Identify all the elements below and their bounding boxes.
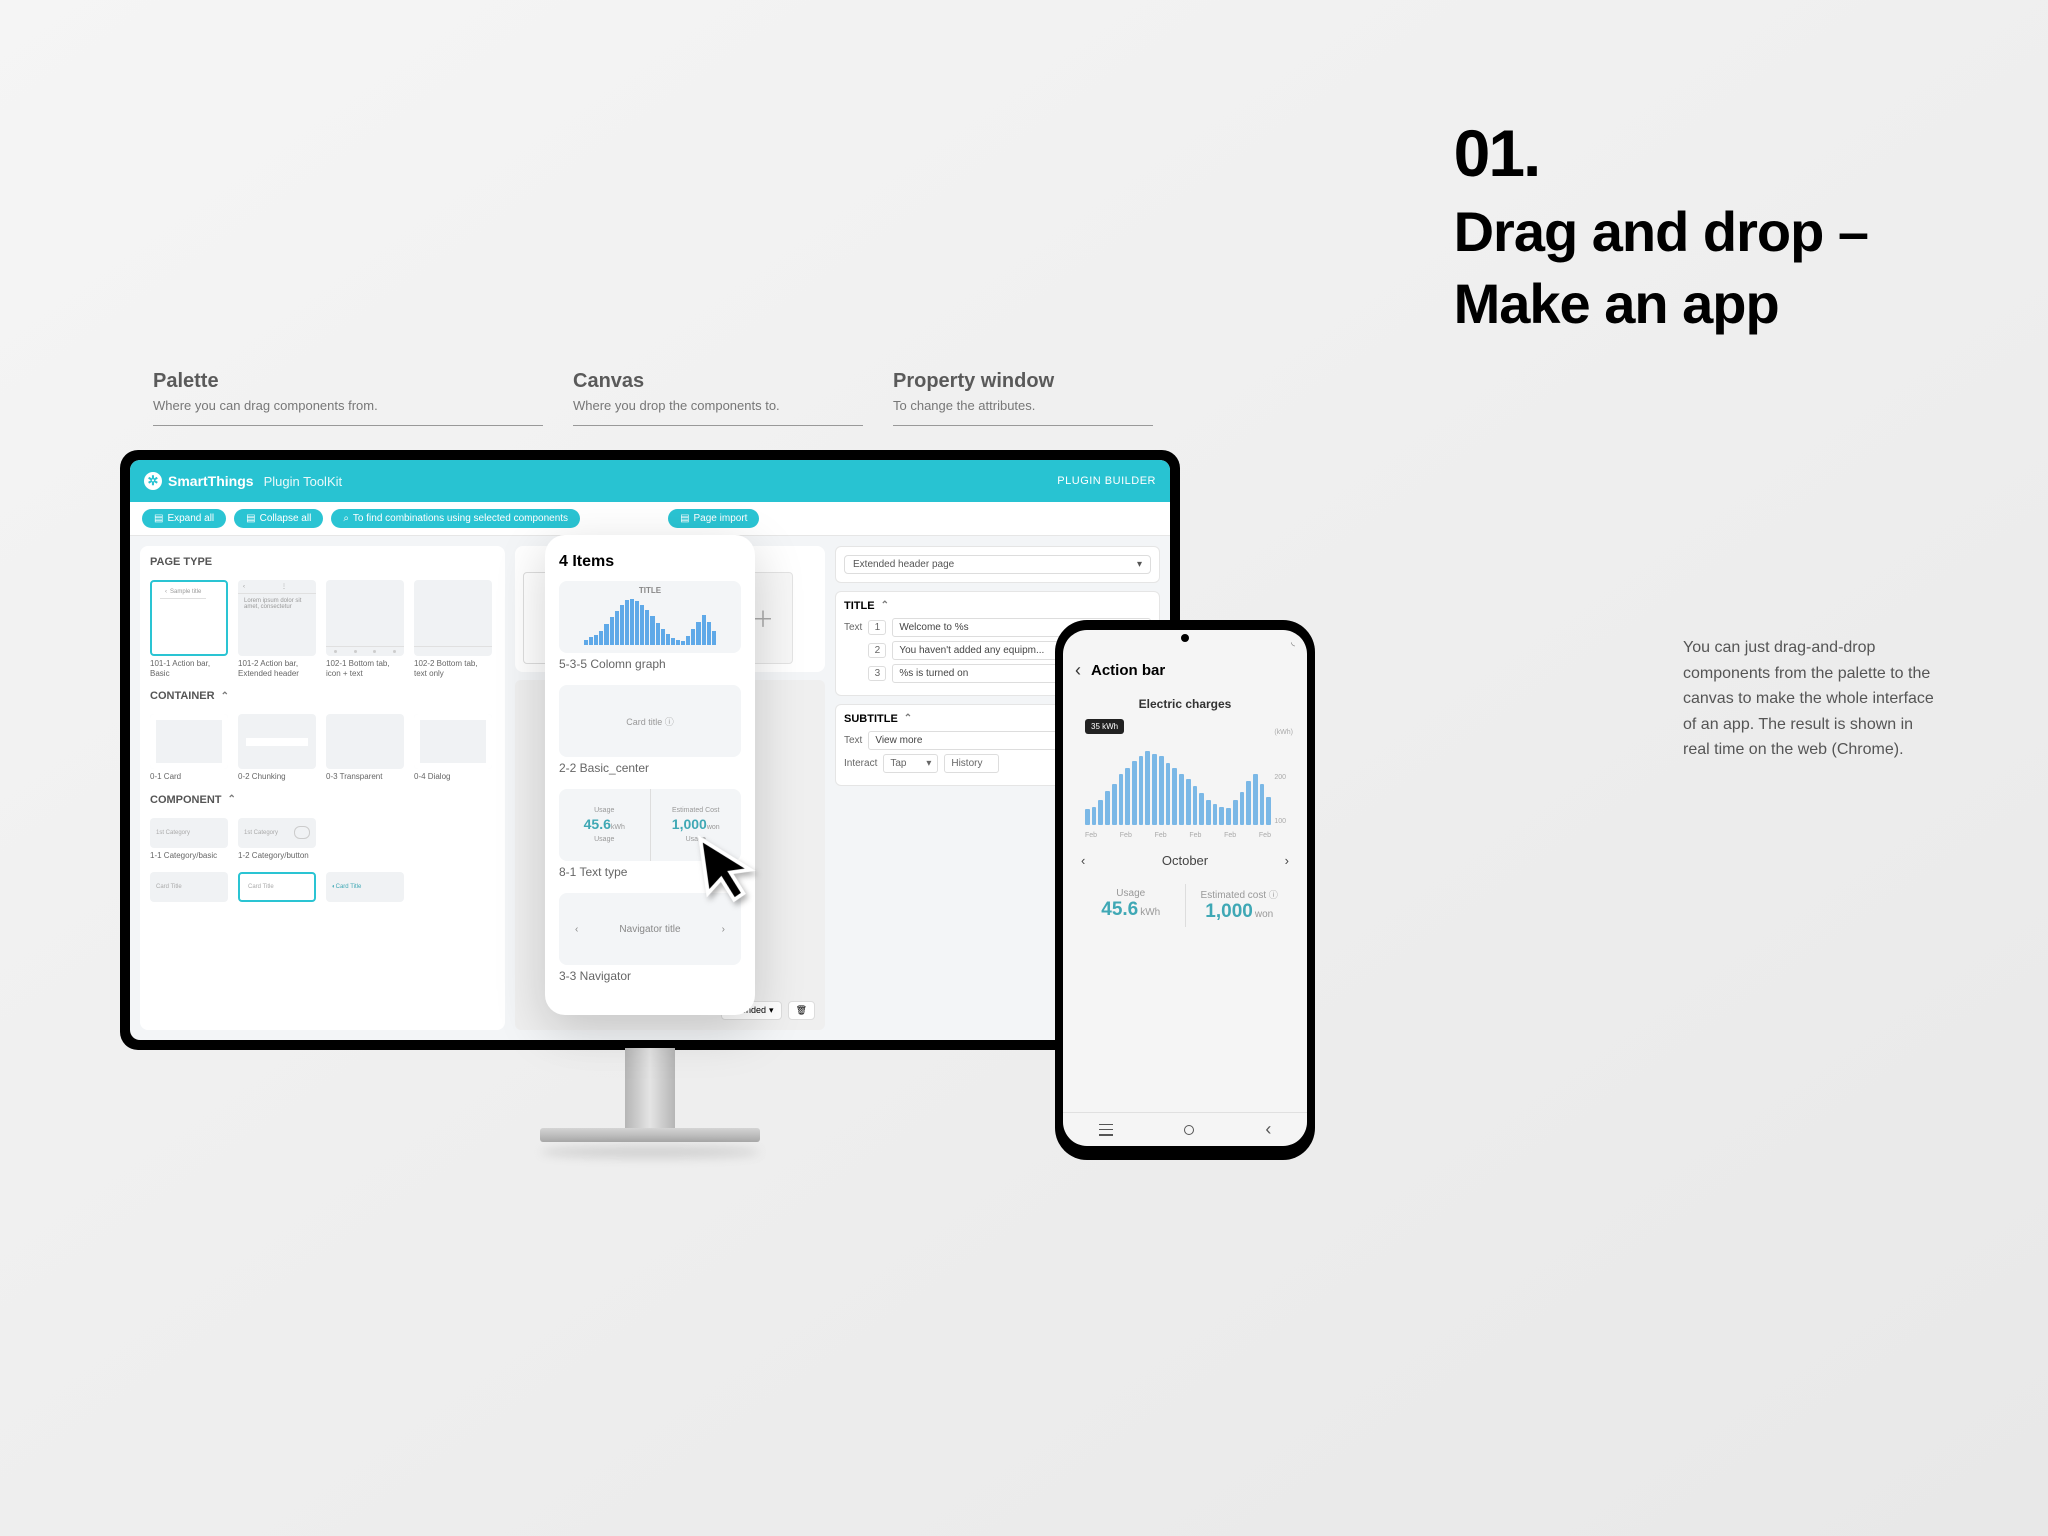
palette-item[interactable]: 0-3 Transparent — [326, 714, 404, 782]
bar-chart: 35 kWh (kWh)200100 FebFebFebFebFebFeb — [1077, 719, 1293, 839]
chevron-up-icon: ⌃ — [228, 794, 236, 805]
interact-select[interactable]: Tap▾ — [883, 754, 938, 773]
float-title: 4 Items — [559, 553, 741, 571]
history-select[interactable]: History — [944, 754, 999, 773]
component-section[interactable]: COMPONENT⌃ — [150, 794, 495, 806]
chart-tooltip: 35 kWh — [1085, 719, 1124, 734]
wifi-icon: ◟ — [1291, 637, 1295, 648]
page-title: PLUGIN BUILDER — [1057, 475, 1156, 487]
info-icon: ⓘ — [665, 717, 674, 727]
app-bar: ✲ SmartThings Plugin ToolKit PLUGIN BUIL… — [130, 460, 1170, 502]
collapse-icon: ▤ — [246, 513, 255, 524]
expand-icon: ▤ — [154, 513, 163, 524]
chevron-left-icon: ‹ — [575, 924, 578, 935]
hero-number: 01. — [1454, 115, 1868, 191]
chevron-up-icon: ⌃ — [881, 600, 889, 612]
brand-subtitle: Plugin ToolKit — [264, 474, 343, 489]
logo-icon: ✲ — [144, 472, 162, 490]
recent-apps-button[interactable] — [1099, 1124, 1113, 1136]
cursor-icon — [695, 826, 766, 914]
back-button[interactable]: ‹ — [1265, 1119, 1271, 1140]
brand-label: SmartThings — [168, 473, 254, 489]
palette-item[interactable]: 0-4 Dialog — [414, 714, 492, 782]
info-icon: ⓘ — [1269, 890, 1278, 900]
chevron-up-icon: ⌃ — [221, 691, 229, 702]
search-combinations-button[interactable]: ⌕To find combinations using selected com… — [331, 509, 580, 528]
palette-panel: PAGE TYPE ‹Sample title 101-1 Action bar… — [140, 546, 505, 1030]
palette-subheading: Where you can drag components from. — [153, 398, 543, 413]
palette-item[interactable]: ◐ Card Title — [326, 872, 404, 902]
home-button[interactable] — [1184, 1125, 1194, 1135]
chevron-up-icon: ⌃ — [904, 713, 912, 725]
palette-item[interactable]: 102-1 Bottom tab, icon + text — [326, 580, 404, 678]
plus-icon: ＋ — [752, 602, 774, 634]
float-item[interactable]: TITLE 5-3-5 Colomn graph — [559, 581, 741, 671]
caret-down-icon: ▾ — [1137, 559, 1142, 570]
search-icon: ⌕ — [343, 513, 349, 524]
props-subheading: To change the attributes. — [893, 398, 1153, 413]
caret-down-icon: ▾ — [769, 1005, 774, 1016]
expand-all-button[interactable]: ▤Expand all — [142, 509, 226, 528]
next-month-button[interactable]: › — [1285, 853, 1289, 868]
palette-item[interactable]: 1st Category 1-2 Category/button — [238, 818, 316, 861]
page-import-button[interactable]: ▤Page import — [668, 509, 759, 528]
android-nav-bar: ‹ — [1063, 1112, 1307, 1146]
palette-item[interactable]: Card Title — [150, 872, 228, 902]
chevron-right-icon: › — [722, 924, 725, 935]
caret-down-icon: ▾ — [926, 758, 931, 769]
container-section[interactable]: CONTAINER⌃ — [150, 690, 495, 702]
kpi-label: Estimated cost ⓘ — [1190, 888, 1290, 901]
page-select[interactable]: Extended header page▾ — [844, 555, 1151, 574]
palette-item[interactable]: Card Title — [238, 872, 316, 902]
prev-month-button[interactable]: ‹ — [1081, 853, 1085, 868]
props-heading: Property window — [893, 370, 1153, 393]
palette-item[interactable]: ‹⋮Lorem ipsum dolor sit amet, consectetu… — [238, 580, 316, 678]
month-label: October — [1162, 853, 1208, 868]
hero-title-2: Make an app — [1454, 273, 1868, 335]
palette-heading: Palette — [153, 370, 543, 393]
palette-item[interactable]: 102-2 Bottom tab, text only — [414, 580, 492, 678]
description-text: You can just drag-and-drop components fr… — [1683, 635, 1943, 763]
palette-item[interactable]: 0-1 Card — [150, 714, 228, 782]
collapse-all-button[interactable]: ▤Collapse all — [234, 509, 323, 528]
float-item[interactable]: Card title ⓘ 2-2 Basic_center — [559, 685, 741, 775]
monitor-stand — [540, 1048, 760, 1188]
back-button[interactable]: ‹ — [1075, 660, 1081, 681]
title-section-toggle[interactable]: TITLE⌃ — [844, 600, 1151, 612]
palette-item[interactable]: 0-2 Chunking — [238, 714, 316, 782]
canvas-heading: Canvas — [573, 370, 863, 393]
delete-button[interactable]: 🗑 — [788, 1001, 815, 1020]
canvas-subheading: Where you drop the components to. — [573, 398, 863, 413]
palette-item[interactable]: ‹Sample title 101-1 Action bar, Basic — [150, 580, 228, 678]
palette-item[interactable]: 1st Category1-1 Category/basic — [150, 818, 228, 861]
import-icon: ▤ — [680, 513, 689, 524]
phone-frame: ◟ ‹ Action bar Electric charges 35 kWh (… — [1055, 620, 1315, 1160]
page-type-section[interactable]: PAGE TYPE — [150, 556, 495, 568]
hero-title-1: Drag and drop – — [1454, 201, 1868, 263]
drag-preview-list: 4 Items TITLE 5-3-5 Colomn graph Card ti… — [545, 535, 755, 1015]
back-icon: ‹ — [165, 589, 167, 595]
kpi-value: 1,000 — [1205, 901, 1253, 922]
kpi-value: 45.6 — [1101, 899, 1138, 920]
trash-icon: 🗑 — [796, 1005, 807, 1016]
screen-title: Action bar — [1091, 662, 1165, 679]
kpi-label: Usage — [1081, 888, 1181, 899]
chart-title: Electric charges — [1077, 697, 1293, 711]
